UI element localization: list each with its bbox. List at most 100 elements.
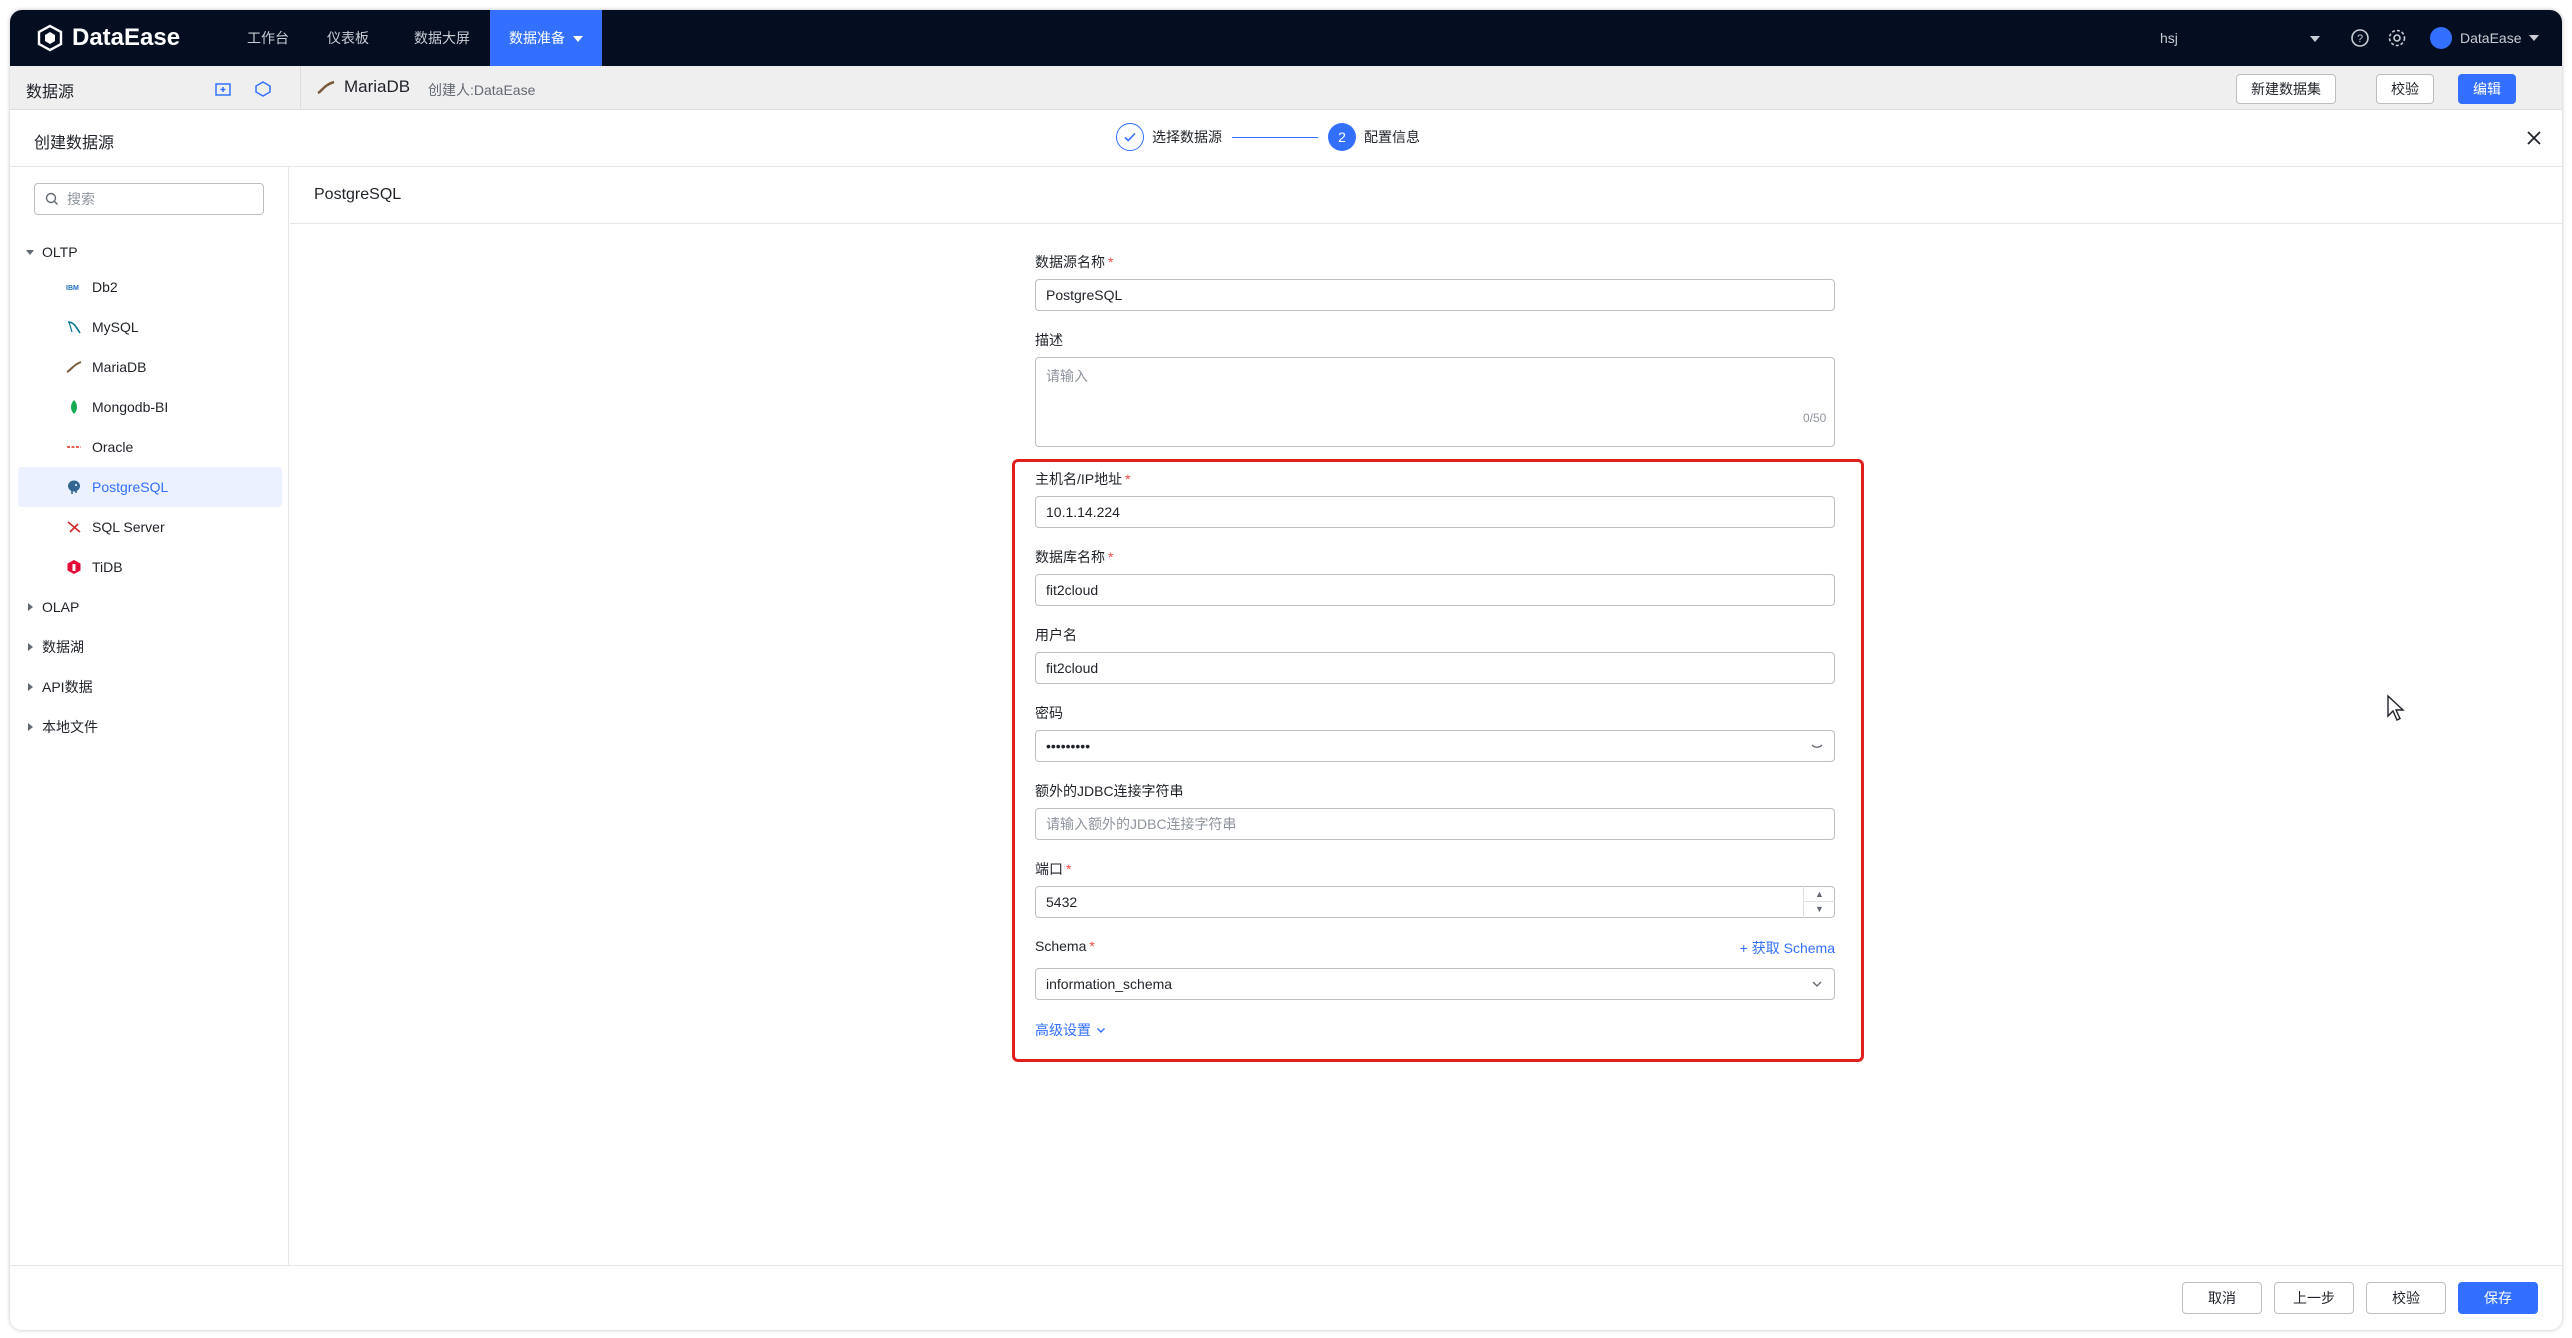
tree-item-tidb[interactable]: TiDB xyxy=(18,547,282,587)
save-button[interactable]: 保存 xyxy=(2458,1282,2538,1314)
description-textarea[interactable] xyxy=(1035,357,1835,447)
database-name-input[interactable] xyxy=(1035,574,1835,606)
current-datasource: MariaDB xyxy=(316,77,410,97)
tree-item-mysql[interactable]: MySQL xyxy=(18,307,282,347)
svg-text:?: ? xyxy=(2357,33,2363,45)
mariadb-icon xyxy=(66,359,82,375)
tree-group-oltp[interactable]: OLTP xyxy=(26,237,78,267)
tree-group-local-file[interactable]: 本地文件 xyxy=(26,712,98,742)
tree-item-label: MariaDB xyxy=(92,359,147,375)
caret-right-icon xyxy=(28,643,33,651)
host-input[interactable] xyxy=(1035,496,1835,528)
step-1-check-icon xyxy=(1116,123,1144,151)
username-input[interactable] xyxy=(1035,652,1835,684)
datasource-panel-title: 数据源 xyxy=(26,84,75,101)
datasource-name-input[interactable] xyxy=(1035,279,1835,311)
caret-right-icon xyxy=(28,723,33,731)
create-datasource-drawer: 创建数据源 选择数据源 2 配置信息 OLTP IBM Db2 xyxy=(10,110,2562,1330)
advanced-settings-toggle[interactable]: 高级设置 xyxy=(1035,1020,1107,1040)
search-field[interactable] xyxy=(34,183,264,215)
char-counter: 0/50 xyxy=(1803,411,1827,425)
edit-button[interactable]: 编辑 xyxy=(2458,74,2516,104)
mongodb-leaf-icon xyxy=(66,399,82,415)
port-label: 端口 * xyxy=(1035,859,1071,879)
validate-button[interactable]: 校验 xyxy=(2376,74,2434,104)
tree-item-oracle[interactable]: Oracle xyxy=(18,427,282,467)
schema-label-text: Schema xyxy=(1035,938,1087,954)
avatar xyxy=(2430,27,2452,49)
workspace-dropdown-icon[interactable] xyxy=(2310,36,2320,42)
top-navbar: DataEase 工作台 仪表板 数据大屏 数据准备 hsj ? DataEas… xyxy=(10,10,2562,66)
desc-label: 描述 xyxy=(1035,332,1063,348)
dataease-logo-icon xyxy=(37,24,63,52)
config-content: PostgreSQL 数据源名称* 描述 0/50 主机名/IP地址* 数据库名… xyxy=(290,167,2562,1265)
password-label: 密码 xyxy=(1035,705,1063,721)
username-label: 用户名 xyxy=(1035,627,1077,643)
port-stepper[interactable]: ▲ ▼ xyxy=(1803,886,1835,918)
tree-group-label: API数据 xyxy=(42,679,93,695)
nav-data-prep[interactable]: 数据准备 xyxy=(490,10,602,66)
mouse-cursor-icon xyxy=(2387,694,2405,721)
jdbc-label: 额外的JDBC连接字符串 xyxy=(1035,783,1184,799)
gear-icon[interactable] xyxy=(2385,26,2409,50)
tree-group-datalake[interactable]: 数据湖 xyxy=(26,632,84,662)
help-icon[interactable]: ? xyxy=(2348,26,2372,50)
nav-dashboard[interactable]: 仪表板 xyxy=(312,10,384,66)
tree-item-label: Db2 xyxy=(92,279,118,295)
tree-group-api[interactable]: API数据 xyxy=(26,672,93,702)
app-logo[interactable]: DataEase xyxy=(36,24,180,52)
tree-item-sqlserver[interactable]: SQL Server xyxy=(18,507,282,547)
fetch-schema-link[interactable]: + 获取 Schema xyxy=(1740,938,1835,958)
decrement-icon[interactable]: ▼ xyxy=(1804,901,1835,916)
tree-item-db2[interactable]: IBM Db2 xyxy=(18,267,282,307)
db2-icon: IBM xyxy=(66,279,82,295)
new-dataset-button[interactable]: 新建数据集 xyxy=(2236,74,2336,104)
search-input[interactable] xyxy=(67,191,247,207)
new-datasource-icon[interactable] xyxy=(254,80,272,98)
required-mark: * xyxy=(1066,861,1072,877)
tree-item-mariadb[interactable]: MariaDB xyxy=(18,347,282,387)
advanced-settings-label: 高级设置 xyxy=(1035,1022,1091,1038)
account-menu[interactable]: DataEase xyxy=(2430,10,2540,66)
workspace-user[interactable]: hsj xyxy=(2160,10,2178,66)
password-input[interactable] xyxy=(1035,730,1835,762)
dbname-label: 数据库名称 * xyxy=(1035,547,1113,567)
port-input[interactable] xyxy=(1035,886,1835,918)
host-label-text: 主机名/IP地址 xyxy=(1035,471,1123,487)
step-2-label: 配置信息 xyxy=(1364,129,1420,145)
validate-button[interactable]: 校验 xyxy=(2366,1282,2446,1314)
tree-item-postgresql[interactable]: PostgreSQL xyxy=(18,467,282,507)
cancel-button[interactable]: 取消 xyxy=(2182,1282,2262,1314)
selected-type-title: PostgreSQL xyxy=(314,186,402,203)
datasource-type-sidebar: OLTP IBM Db2 MySQL MariaDB Mongodb-BI Or… xyxy=(10,167,289,1265)
previous-step-button[interactable]: 上一步 xyxy=(2274,1282,2354,1314)
required-mark: * xyxy=(1125,471,1131,487)
eye-closed-icon[interactable] xyxy=(1809,738,1825,754)
tree-item-label: MySQL xyxy=(92,319,139,335)
app-window: DataEase 工作台 仪表板 数据大屏 数据准备 hsj ? DataEas… xyxy=(10,10,2562,1330)
schema-selected-value: information_schema xyxy=(1046,976,1173,992)
nav-workbench[interactable]: 工作台 xyxy=(232,10,304,66)
mariadb-icon xyxy=(317,80,335,95)
caret-down-icon xyxy=(26,249,34,255)
close-icon[interactable] xyxy=(2524,128,2544,148)
schema-select[interactable]: information_schema xyxy=(1035,968,1835,1000)
nav-data-screen[interactable]: 数据大屏 xyxy=(400,10,484,66)
tree-group-olap[interactable]: OLAP xyxy=(26,592,79,622)
name-label: 数据源名称 * xyxy=(1035,252,1113,272)
increment-icon[interactable]: ▲ xyxy=(1804,886,1835,901)
required-mark: * xyxy=(1089,938,1095,954)
host-label: 主机名/IP地址 * xyxy=(1035,469,1131,489)
name-label-text: 数据源名称 xyxy=(1035,254,1105,270)
dbname-label-text: 数据库名称 xyxy=(1035,549,1105,565)
nav-data-prep-label: 数据准备 xyxy=(509,30,565,46)
tree-item-mongodb-bi[interactable]: Mongodb-BI xyxy=(18,387,282,427)
jdbc-params-input[interactable] xyxy=(1035,808,1835,840)
search-icon xyxy=(45,192,58,205)
new-folder-icon[interactable] xyxy=(214,80,232,98)
required-mark: * xyxy=(1108,549,1114,565)
drawer-footer: 取消 上一步 校验 保存 xyxy=(10,1265,2562,1330)
tree-item-label: TiDB xyxy=(92,559,123,575)
step-1-label: 选择数据源 xyxy=(1152,129,1222,145)
postgresql-elephant-icon xyxy=(66,479,82,495)
